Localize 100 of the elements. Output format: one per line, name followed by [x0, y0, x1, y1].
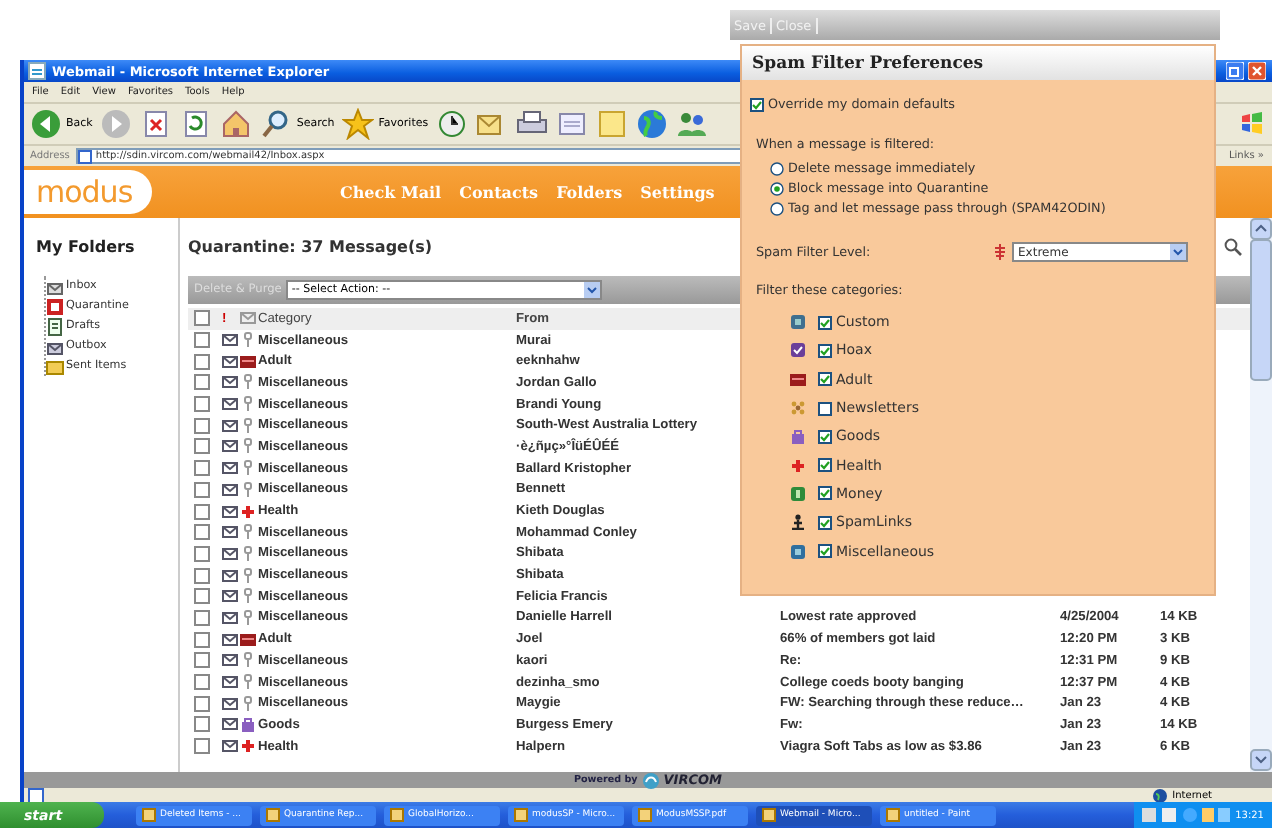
select-all-checkbox[interactable]: [194, 310, 210, 327]
key-icon: [240, 652, 256, 669]
envelope-icon: [222, 481, 238, 498]
row-checkbox[interactable]: [194, 503, 210, 520]
row-checkbox[interactable]: [194, 374, 210, 391]
dialog-title: Spam Filter Preferences: [742, 46, 1214, 80]
envelope-icon: [222, 353, 238, 370]
restore-icon[interactable]: [1226, 62, 1244, 80]
scrollbar[interactable]: [1250, 218, 1272, 772]
block-icon: [240, 353, 256, 370]
window-icon: [638, 808, 652, 822]
page-icon: [28, 788, 44, 804]
logo: modus: [24, 170, 152, 214]
row-checkbox[interactable]: [194, 481, 210, 498]
search-icon[interactable]: [1224, 238, 1242, 256]
radio-button[interactable]: [770, 161, 784, 175]
row-checkbox[interactable]: [194, 545, 210, 562]
tray-icons-drawing: [1141, 806, 1230, 824]
checkbox[interactable]: [818, 515, 832, 530]
block-icon: [46, 297, 64, 315]
checkbox[interactable]: [818, 401, 832, 416]
block-icon: [240, 631, 256, 648]
checked-square-icon: [790, 342, 806, 359]
envelope-icon: [222, 396, 238, 413]
envelope-icon: [222, 738, 238, 755]
envelope-icon: [222, 417, 238, 434]
key-icon: [240, 588, 256, 605]
envelope-icon: [222, 716, 238, 733]
row-checkbox[interactable]: [194, 524, 210, 541]
checkbox[interactable]: [818, 458, 832, 473]
envelope-icon: [222, 588, 238, 605]
dropdown-arrow-icon: [1170, 244, 1186, 260]
row-checkbox[interactable]: [194, 567, 210, 584]
row-checkbox[interactable]: [194, 332, 210, 349]
row-checkbox[interactable]: [194, 716, 210, 733]
checkbox[interactable]: [818, 372, 832, 387]
row-checkbox[interactable]: [194, 396, 210, 413]
envelope-icon: [222, 503, 238, 520]
radio-button[interactable]: [770, 201, 784, 215]
radio-button[interactable]: [770, 181, 784, 195]
envelope-icon: [240, 310, 256, 327]
windows-flag-icon: [1240, 112, 1264, 136]
row-checkbox[interactable]: [194, 460, 210, 477]
envelope-icon: [222, 332, 238, 349]
row-checkbox[interactable]: [194, 652, 210, 669]
row-checkbox[interactable]: [194, 417, 210, 434]
key-icon: [240, 374, 256, 391]
star-icon: [342, 108, 375, 140]
people-icon[interactable]: [676, 108, 709, 140]
envelope-icon: [222, 438, 238, 455]
row-checkbox[interactable]: [194, 674, 210, 691]
row-checkbox[interactable]: [194, 609, 210, 626]
envelope-icon: [222, 374, 238, 391]
stop-icon[interactable]: [140, 108, 173, 140]
window-icon: [514, 808, 528, 822]
mailbox-heading: Quarantine: 37 Message(s): [188, 238, 433, 256]
back-icon: [30, 108, 62, 140]
window-icon: [886, 808, 900, 822]
checkbox[interactable]: [750, 97, 764, 111]
square-icon: [790, 543, 806, 560]
money-icon: [790, 485, 806, 502]
envelope-icon: [222, 460, 238, 477]
window-icon: [762, 808, 776, 822]
close-icon[interactable]: [1248, 62, 1266, 80]
window-icon: [390, 808, 404, 822]
page-icon: [77, 149, 92, 163]
key-icon: [240, 609, 256, 626]
history-icon[interactable]: [436, 108, 469, 140]
block-icon: [790, 371, 806, 388]
checkbox[interactable]: [818, 315, 832, 330]
sidebar-title: My Folders: [36, 238, 137, 256]
home-icon[interactable]: [220, 108, 253, 140]
checkbox[interactable]: [818, 544, 832, 559]
key-icon: [240, 545, 256, 562]
refresh-icon[interactable]: [180, 108, 213, 140]
search-icon: [260, 108, 293, 140]
envelope-icon: [222, 545, 238, 562]
note-icon[interactable]: [596, 108, 629, 140]
row-checkbox[interactable]: [194, 695, 210, 712]
envelope-icon: [222, 609, 238, 626]
envelope-icon: [222, 695, 238, 712]
row-checkbox[interactable]: [194, 631, 210, 648]
checkbox[interactable]: [818, 486, 832, 501]
key-icon: [240, 695, 256, 712]
dots-icon: [790, 400, 806, 417]
row-checkbox[interactable]: [194, 438, 210, 455]
key-icon: [240, 524, 256, 541]
window-icon: [266, 808, 280, 822]
checkbox[interactable]: [818, 429, 832, 444]
key-icon: [240, 396, 256, 413]
row-checkbox[interactable]: [194, 738, 210, 755]
row-checkbox[interactable]: [194, 353, 210, 370]
row-checkbox[interactable]: [194, 588, 210, 605]
cross-icon: [240, 738, 256, 755]
checkbox[interactable]: [818, 343, 832, 358]
document-icon[interactable]: [556, 108, 589, 140]
key-icon: [240, 481, 256, 498]
key-icon: [240, 417, 256, 434]
figure-icon: [790, 514, 806, 531]
globe-icon[interactable]: [636, 108, 669, 140]
